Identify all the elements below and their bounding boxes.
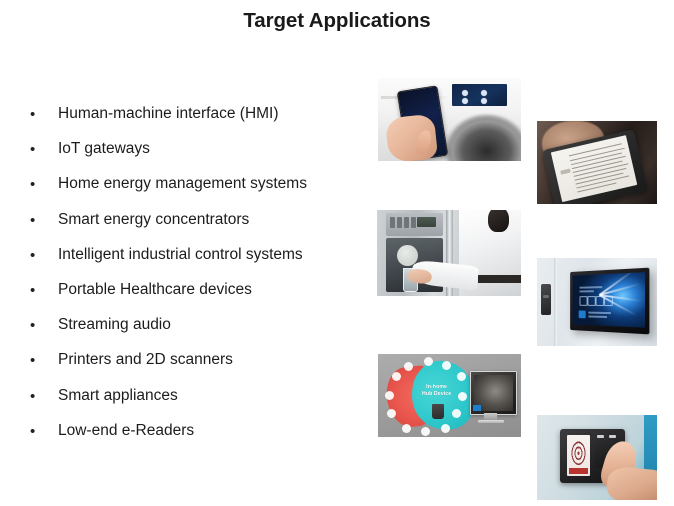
list-item-label: Streaming audio: [58, 316, 171, 334]
wall-edge: [553, 258, 557, 346]
bullet-dot-icon: •: [30, 422, 36, 440]
photo-refrigerator-water-dispenser: [377, 210, 521, 296]
ui-text-bar: [588, 311, 611, 314]
washing-machine-control-panel: [452, 83, 507, 107]
bullet-dot-icon: •: [30, 106, 36, 123]
list-item-label: Intelligent industrial control systems: [58, 245, 303, 263]
status-led-icon: [609, 435, 617, 439]
ui-tile-icon: [603, 296, 613, 307]
e-reader-screen: [551, 135, 638, 203]
service-icon: [456, 372, 466, 382]
bullet-dot-icon: •: [30, 246, 36, 264]
panel-icon: [462, 89, 469, 96]
hub-device-unit: [432, 403, 444, 419]
wall-mounted-tv: [469, 371, 518, 415]
list-item: • Smart appliances: [30, 386, 375, 421]
service-icon: [403, 362, 413, 372]
ui-tile-icon: [595, 296, 604, 307]
panel-button: [390, 217, 396, 229]
text-line: [577, 182, 617, 193]
bullet-dot-icon: •: [30, 141, 36, 159]
photo-smartphone-controlling-washing-machine: [378, 78, 521, 161]
hub-device-label-line1: In-home: [426, 383, 448, 390]
list-item: • Smart energy concentrators: [30, 210, 375, 245]
sensor-indicator-icon: [543, 295, 549, 299]
hand: [604, 464, 657, 500]
display-bezel: [569, 267, 649, 335]
list-item-label: IoT gateways: [58, 140, 150, 158]
list-item: • Portable Healthcare devices: [30, 280, 375, 315]
photo-wall-mounted-smart-display: [537, 258, 657, 346]
wall-sensor-module: [540, 284, 552, 316]
ui-badge-icon: [578, 310, 586, 319]
slide: Target Applications • Human-machine inte…: [0, 0, 674, 506]
list-item: • Streaming audio: [30, 315, 375, 350]
photo-in-home-hub-device: In-home Hub Device: [378, 354, 521, 437]
ui-text-bar: [579, 286, 603, 289]
fridge-control-panel: [385, 213, 444, 236]
service-icon: [386, 408, 396, 418]
panel-icon: [462, 97, 469, 104]
list-item-label: Home energy management systems: [58, 175, 307, 193]
list-item: • Home energy management systems: [30, 174, 375, 209]
hub-device-label: In-home Hub Device: [409, 384, 463, 398]
list-item-label: Smart energy concentrators: [58, 210, 250, 228]
panel-button: [397, 217, 403, 229]
tv-badge-icon: [473, 404, 481, 411]
bullet-dot-icon: •: [30, 317, 36, 335]
bullet-dot-icon: •: [30, 352, 36, 370]
photo-fingerprint-scanner: [537, 415, 657, 500]
fridge-display-screen: [416, 216, 437, 227]
ui-text-bar: [579, 290, 594, 293]
panel-icon: [480, 97, 487, 104]
list-item: • Human-machine interface (HMI): [30, 104, 375, 139]
bullet-dot-icon: •: [30, 281, 36, 299]
service-icon: [440, 423, 450, 433]
list-item: • Low-end e-Readers: [30, 421, 375, 456]
hub-device-label-line2: Hub Device: [421, 390, 452, 397]
list-item-label: Smart appliances: [58, 386, 178, 404]
display-screen: [572, 272, 646, 329]
panel-button: [404, 217, 410, 229]
ui-tile-icon: [579, 296, 588, 307]
page-title: Target Applications: [243, 9, 431, 32]
fingerprint-label-bar: [568, 468, 589, 474]
service-icon: [442, 360, 452, 370]
person-belt: [477, 275, 521, 284]
service-icon: [402, 423, 412, 433]
list-item-label: Printers and 2D scanners: [58, 351, 233, 369]
panel-button: [410, 217, 416, 229]
person-head: [487, 210, 509, 233]
list-item: • IoT gateways: [30, 139, 375, 174]
list-item: • Intelligent industrial control systems: [30, 245, 375, 280]
list-item-label: Low-end e-Readers: [58, 421, 195, 439]
list-item-label: Portable Healthcare devices: [58, 280, 252, 298]
bullet-dot-icon: •: [30, 211, 36, 229]
panel-icon: [480, 89, 487, 96]
service-icon: [420, 427, 430, 437]
bullet-dot-icon: •: [30, 387, 36, 405]
screen-graphic: [559, 168, 571, 176]
status-led-icon: [597, 435, 605, 439]
list-item-label: Human-machine interface (HMI): [58, 105, 279, 122]
ui-text-bar: [588, 315, 607, 318]
fingerprint-graphic-window: [566, 435, 591, 477]
bullet-dot-icon: •: [30, 176, 36, 194]
tv-base: [478, 419, 504, 423]
fingerprint-icon: [569, 439, 588, 465]
list-item: • Printers and 2D scanners: [30, 350, 375, 385]
bullet-list: • Human-machine interface (HMI) • IoT ga…: [30, 104, 375, 456]
ui-tile-icon: [587, 296, 596, 307]
photo-handheld-e-reader: [537, 121, 657, 204]
service-icon: [385, 390, 395, 400]
